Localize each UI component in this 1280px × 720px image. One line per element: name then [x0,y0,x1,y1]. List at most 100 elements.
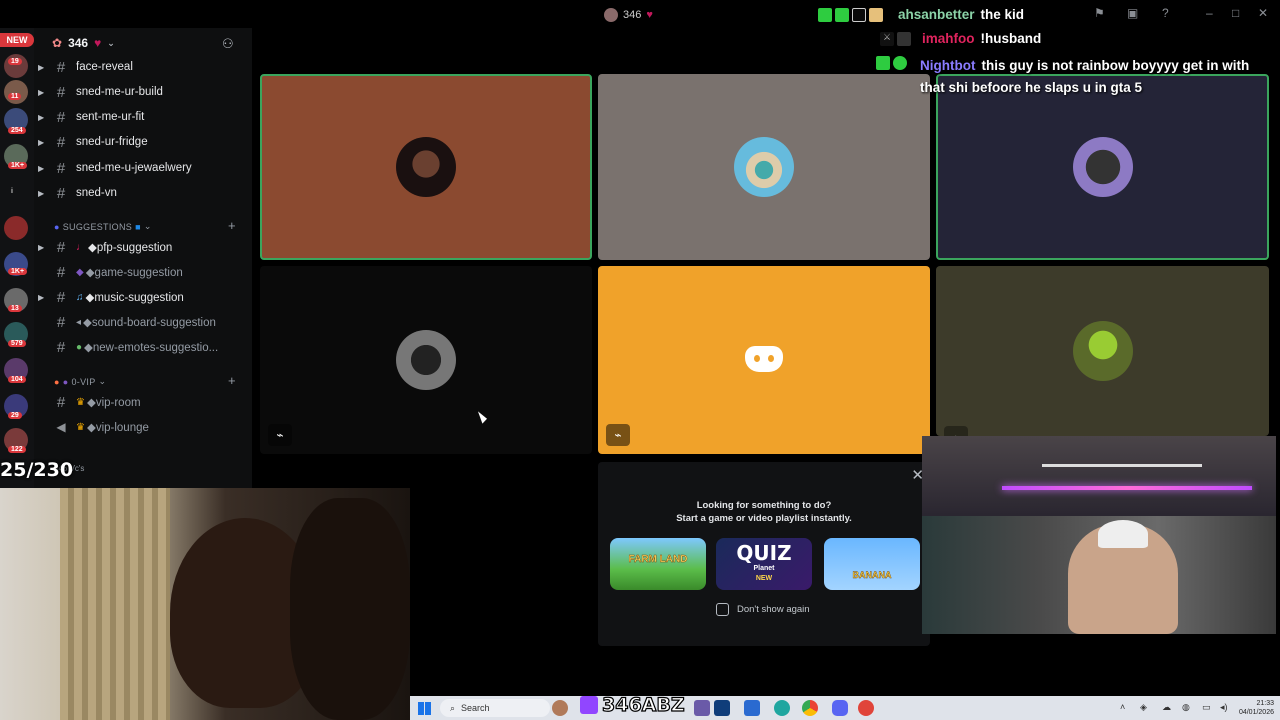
server-count-badge: 1K+ [8,268,28,275]
add-member-icon[interactable]: ⚇ [222,36,234,52]
network-icon[interactable]: ◈ [1140,702,1147,713]
video-tile-speaking[interactable] [936,74,1269,260]
file-explorer-icon[interactable] [714,700,730,716]
video-tile-speaking[interactable] [260,74,592,260]
store-icon[interactable] [744,700,760,716]
maximize-icon[interactable]: □ [1232,6,1239,20]
channel-vip-lounge[interactable]: ◀ ♛ ◆vip-lounge [38,417,149,437]
dont-show-again-checkbox[interactable] [716,603,729,616]
hash-icon: # [56,288,66,306]
taskbar-app-icon[interactable] [552,700,568,716]
channel-sned-vn[interactable]: ▶ # sned-vn [38,183,117,203]
app-icon[interactable] [858,700,874,716]
user-avatar [734,137,794,197]
hash-icon: # [56,133,66,151]
volume-icon[interactable]: ◂) [1220,702,1228,713]
mic-muted-icon: ⌁ [944,426,968,436]
prime-badge-icon [835,8,849,22]
channel-sound-board-suggestion[interactable]: # ◂ ◆sound-board-suggestion [38,312,216,332]
channel-label: sned-me-ur-build [76,86,163,98]
server-count-badge: 122 [8,446,26,453]
category-label: 0-VIP [71,376,96,387]
emote-icon: ● [76,341,83,353]
user-avatar [396,330,456,390]
display-icon[interactable]: ▭ [1202,702,1211,713]
overlay-counter: 25/230 [0,459,74,481]
server-avatar-icon [604,8,618,22]
hash-icon: # [56,184,66,202]
chevron-right-icon: ▶ [38,188,45,198]
add-channel-icon[interactable]: + [228,218,236,233]
heart-icon: ♥ [94,36,102,50]
voice-channel-header: 346 ♥ [604,8,653,22]
gift-badge-icon [869,8,883,22]
channel-vip-room[interactable]: # ♛ ◆vip-room [38,392,141,412]
brand-text: 346ABZ [601,693,685,716]
channel-face-reveal[interactable]: ▶ # face-reveal [38,57,133,77]
windows-start-icon[interactable] [418,702,431,715]
discord-taskbar-icon[interactable] [832,700,848,716]
discord-logo-icon [745,346,783,372]
chevron-right-icon: ▶ [38,163,45,173]
chevron-down-icon: ⌄ [143,221,152,231]
windows-taskbar: ⌕ Search 346ABZ ˄ ◈ ☁ ◍ ▭ ◂) 21:33 04/01… [410,693,1280,720]
video-tile[interactable] [598,74,930,260]
heart-icon: ♥ [646,9,653,21]
taskbar-search[interactable]: ⌕ Search [440,699,550,717]
hash-icon: # [56,263,66,281]
chevron-right-icon: ▶ [38,112,45,122]
webcam-overlay-left [0,488,410,720]
channel-label: ◆sound-board-suggestion [83,317,216,329]
webcam-overlay-right [922,436,1276,634]
activity-card-quiz-planet[interactable]: QUIZ Planet NEW [716,538,812,590]
chevron-up-icon[interactable]: ˄ [1120,702,1125,712]
white-cap [1098,520,1148,548]
chat-badges [818,8,883,22]
activity-card-farm-land[interactable]: FARM LAND [610,538,706,590]
channel-pfp-suggestion[interactable]: ▶ # ♩ ◆pfp-suggestion [38,237,172,257]
chat-message: imahfoo !husband [922,31,1041,46]
channel-music-suggestion[interactable]: ▶ # ♫ ◆music-suggestion [38,287,184,307]
search-label: Search [461,703,490,713]
person-face [290,498,410,720]
chrome-icon[interactable] [802,700,818,716]
verified-badge-icon [876,56,890,70]
taskbar-clock[interactable]: 21:33 04/01/2026 [1239,699,1274,717]
server-count-badge: i [11,188,13,195]
channel-sned-me-ur-build[interactable]: ▶ # sned-me-ur-build [38,82,163,102]
cloud-icon[interactable]: ☁ [1162,702,1171,713]
category-suggestions[interactable]: ● SUGGESTIONS ■ ⌄ [54,221,152,232]
video-tile[interactable]: ⌁ [936,266,1269,436]
close-icon[interactable]: ✕ [1258,6,1268,20]
channel-label: ◆vip-room [86,397,141,409]
server-header[interactable]: ✿ 346 ♥ ⌄ [52,36,115,50]
chevron-right-icon: ▶ [38,292,45,302]
channel-new-emotes-suggestion[interactable]: # ● ◆new-emotes-suggestio... [38,337,218,357]
dont-show-again-row[interactable]: Don't show again [716,603,810,616]
channel-sned-ur-fridge[interactable]: ▶ # sned-ur-fridge [38,132,148,152]
video-tile[interactable]: ⌁ [260,266,592,454]
inbox-icon[interactable]: ▣ [1127,6,1138,20]
help-icon[interactable]: ? [1162,6,1169,20]
minimize-icon[interactable]: – [1206,6,1213,20]
verified-badge-icon [818,8,832,22]
server-flower-icon: ✿ [52,36,63,50]
hash-icon: # [56,338,66,356]
flag-icon[interactable]: ⚑ [1094,6,1105,20]
add-channel-icon[interactable]: + [228,373,236,388]
video-tile[interactable]: ⌁ [598,266,930,454]
taskbar-app-icon[interactable] [694,700,710,716]
server-icon[interactable] [4,80,28,104]
user-avatar [396,137,456,197]
activity-card-banana[interactable]: BANANA [824,538,920,590]
server-icon[interactable] [4,216,28,240]
edge-icon[interactable] [774,700,790,716]
category-vip[interactable]: ● ● 0-VIP ⌄ [54,376,106,387]
hash-icon: # [56,108,66,126]
user-avatar [1072,321,1133,381]
channel-game-suggestion[interactable]: # ◆ ◆game-suggestion [38,262,183,282]
channel-sned-me-u-jewaelwery[interactable]: ▶ # sned-me-u-jewaelwery [38,158,192,178]
channel-sent-me-ur-fit[interactable]: ▶ # sent-me-ur-fit [38,107,144,127]
new-badge: NEW [0,33,34,47]
mic-icon[interactable]: ◍ [1182,702,1190,713]
